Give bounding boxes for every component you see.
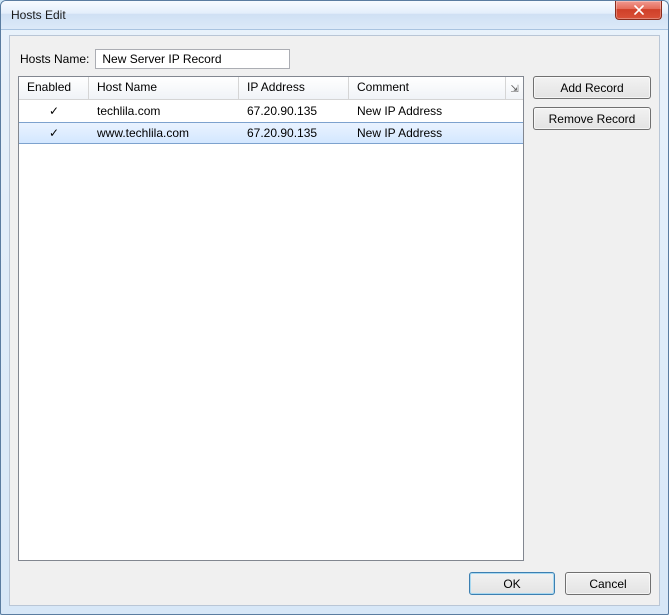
dialog-client-area: Hosts Name: Enabled Host Name IP Address… <box>9 35 660 606</box>
cell-comment: New IP Address <box>349 104 523 118</box>
hosts-table[interactable]: Enabled Host Name IP Address Comment ⇲ ✓… <box>18 76 524 561</box>
window-title: Hosts Edit <box>11 8 66 22</box>
column-header-comment[interactable]: Comment <box>349 77 505 99</box>
cell-host: www.techlila.com <box>89 126 239 140</box>
table-header: Enabled Host Name IP Address Comment ⇲ <box>19 77 523 100</box>
column-header-host[interactable]: Host Name <box>89 77 239 99</box>
table-row[interactable]: ✓www.techlila.com67.20.90.135New IP Addr… <box>19 122 523 144</box>
column-header-ip[interactable]: IP Address <box>239 77 349 99</box>
hosts-name-label: Hosts Name: <box>20 52 89 66</box>
table-row[interactable]: ✓techlila.com67.20.90.135New IP Address <box>19 100 523 122</box>
cell-enabled: ✓ <box>19 104 89 118</box>
cell-ip: 67.20.90.135 <box>239 104 349 118</box>
cancel-button[interactable]: Cancel <box>565 572 651 595</box>
cell-enabled: ✓ <box>19 126 89 140</box>
titlebar[interactable]: Hosts Edit <box>1 1 668 30</box>
cell-ip: 67.20.90.135 <box>239 126 349 140</box>
hosts-name-input[interactable] <box>95 49 290 69</box>
remove-record-button[interactable]: Remove Record <box>533 107 651 130</box>
dialog-footer: OK Cancel <box>469 572 651 595</box>
side-button-panel: Add Record Remove Record <box>533 76 651 130</box>
add-record-button[interactable]: Add Record <box>533 76 651 99</box>
close-icon <box>634 5 644 15</box>
cell-comment: New IP Address <box>349 126 523 140</box>
table-body: ✓techlila.com67.20.90.135New IP Address✓… <box>19 100 523 144</box>
hosts-name-row: Hosts Name: <box>20 48 649 70</box>
column-chooser-icon[interactable]: ⇲ <box>505 77 523 99</box>
cell-host: techlila.com <box>89 104 239 118</box>
ok-button[interactable]: OK <box>469 572 555 595</box>
dialog-window: Hosts Edit Hosts Name: Enabled Host Name… <box>0 0 669 615</box>
close-button[interactable] <box>615 1 662 20</box>
column-header-enabled[interactable]: Enabled <box>19 77 89 99</box>
